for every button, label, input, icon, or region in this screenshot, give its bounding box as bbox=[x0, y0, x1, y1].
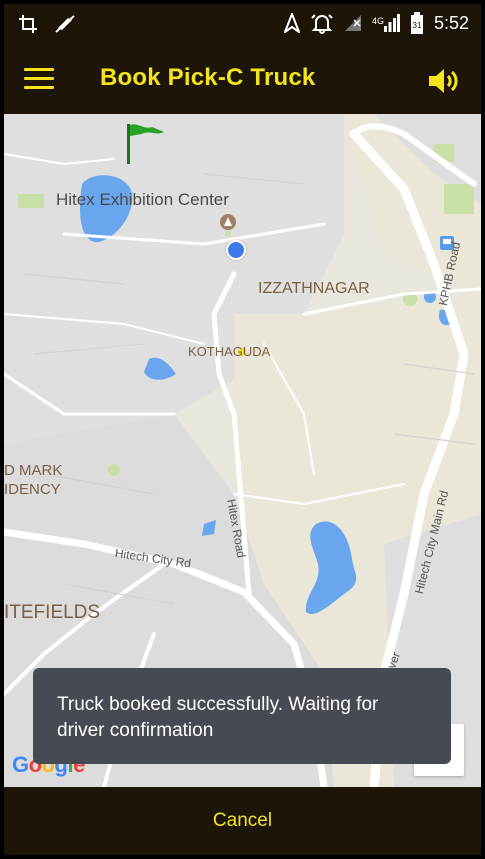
bottom-bar: Cancel bbox=[4, 787, 481, 855]
map-label-mark: D MARK bbox=[4, 462, 63, 479]
cancel-button[interactable]: Cancel bbox=[4, 787, 481, 855]
status-time: 5:52 bbox=[433, 12, 469, 33]
map-label-kothaguda: KOTHAGUDA bbox=[188, 344, 271, 359]
crop-icon bbox=[19, 15, 37, 33]
toast-message: Truck booked successfully. Waiting for d… bbox=[33, 668, 451, 764]
network-type-label: 4G bbox=[371, 16, 384, 26]
battery-icon: 31 bbox=[410, 12, 423, 34]
map-label-izzathnagar: IZZATHNAGAR bbox=[258, 280, 370, 297]
map-label-hitex: Hitex Exhibition Center bbox=[56, 190, 229, 209]
current-location-marker[interactable] bbox=[226, 240, 246, 260]
signal-icon bbox=[344, 15, 361, 31]
speaker-icon[interactable] bbox=[427, 66, 461, 96]
map-label-itefields: ITEFIELDS bbox=[4, 602, 101, 623]
alarm-icon bbox=[311, 14, 333, 34]
app-screen: 4G 31 5:52 Book Pick-C Truck Hitex Exhib… bbox=[4, 4, 481, 855]
signal-4g-icon bbox=[383, 14, 400, 32]
navigation-icon bbox=[283, 13, 300, 33]
page-title: Book Pick-C Truck bbox=[100, 64, 316, 91]
hamburger-menu-icon[interactable] bbox=[24, 68, 54, 92]
no-location-icon bbox=[55, 15, 75, 33]
flag-marker-icon[interactable] bbox=[124, 122, 168, 164]
status-bar: 4G 31 5:52 bbox=[4, 4, 481, 46]
toolbar: Book Pick-C Truck bbox=[4, 46, 481, 114]
svg-text:31: 31 bbox=[413, 21, 422, 30]
map-label-idency: IDENCY bbox=[4, 481, 61, 498]
